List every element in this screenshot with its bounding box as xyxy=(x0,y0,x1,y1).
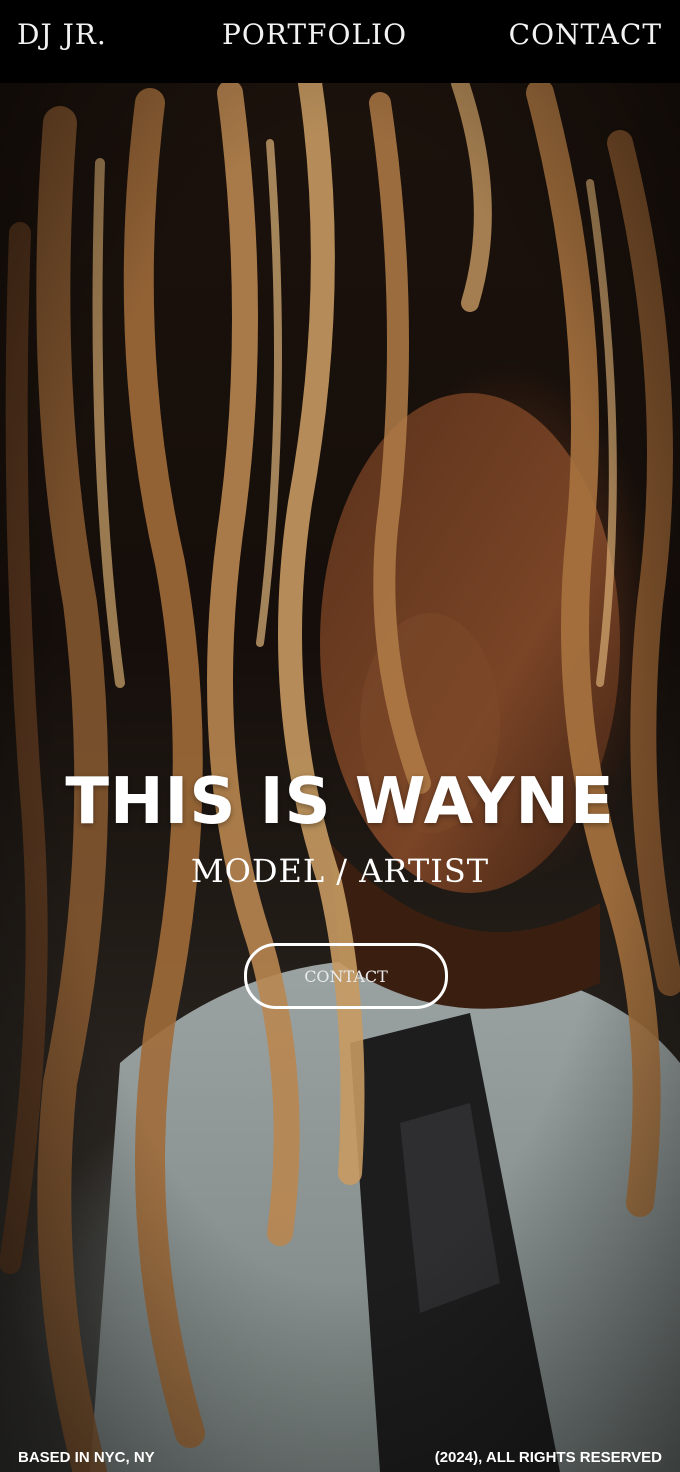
nav-portfolio-link[interactable]: PORTFOLIO xyxy=(222,18,407,51)
nav-contact-link[interactable]: CONTACT xyxy=(509,18,662,51)
footer-location: BASED IN NYC, NY xyxy=(18,1449,155,1466)
contact-button[interactable]: CONTACT xyxy=(244,943,448,1009)
footer-copyright: (2024), ALL RIGHTS RESERVED xyxy=(434,1449,662,1466)
page: DJ JR. PORTFOLIO CONTACT THIS IS WAYNE M… xyxy=(0,0,680,1472)
hero-title: THIS IS WAYNE xyxy=(65,765,615,839)
hero-subtitle: MODEL / ARTIST xyxy=(190,852,490,890)
top-navbar: DJ JR. PORTFOLIO CONTACT xyxy=(0,0,680,83)
logo-link[interactable]: DJ JR. xyxy=(17,18,107,51)
hero-section: THIS IS WAYNE MODEL / ARTIST CONTACT xyxy=(0,83,680,1472)
